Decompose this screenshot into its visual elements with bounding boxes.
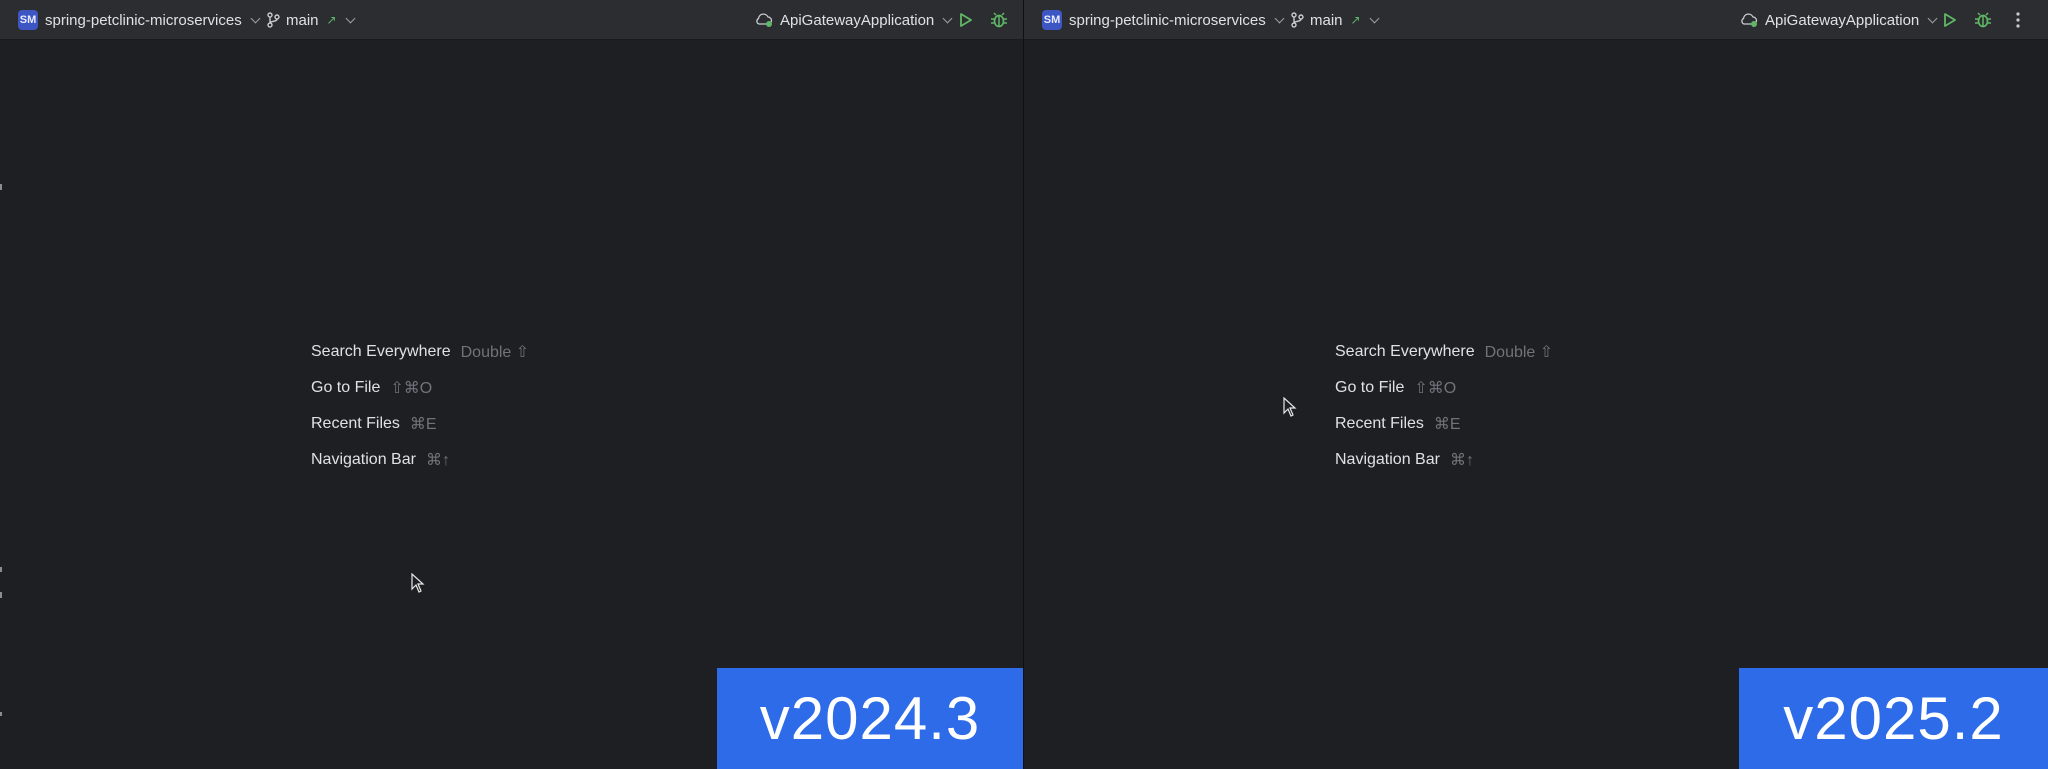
chevron-down-icon xyxy=(345,13,356,23)
hint-go-to-file[interactable]: Go to File ⇧⌘O xyxy=(311,370,529,406)
ide-pane-right: SM spring-petclinic-microservices main ↗ xyxy=(1024,0,2048,769)
branch-selector[interactable]: main ↗ xyxy=(266,0,356,40)
project-selector[interactable]: SM spring-petclinic-microservices xyxy=(1042,0,1285,40)
hint-shortcut: Double ⇧ xyxy=(1484,344,1554,361)
edge-glyph xyxy=(0,592,2,598)
ide-pane-left: SM spring-petclinic-microservices main ↗ xyxy=(0,0,1023,769)
hint-shortcut: Double ⇧ xyxy=(460,344,530,361)
project-badge: SM xyxy=(1042,10,1062,30)
empty-editor-hints: Search Everywhere Double ⇧ Go to File ⇧⌘… xyxy=(1335,334,1553,478)
bug-icon[interactable] xyxy=(989,10,1009,30)
mouse-cursor-icon xyxy=(411,573,425,593)
hint-recent-files[interactable]: Recent Files ⌘E xyxy=(311,406,529,442)
kebab-menu-icon[interactable] xyxy=(2008,10,2028,30)
cloud-run-config-icon xyxy=(1741,13,1758,27)
hint-label: Go to File xyxy=(1335,379,1405,396)
project-selector[interactable]: SM spring-petclinic-microservices xyxy=(18,0,261,40)
project-name: spring-petclinic-microservices xyxy=(1069,11,1266,29)
project-badge: SM xyxy=(18,10,38,30)
chevron-down-icon xyxy=(1274,13,1285,23)
branch-name: main xyxy=(286,11,319,29)
chevron-down-icon xyxy=(250,13,261,23)
hint-label: Navigation Bar xyxy=(311,451,416,468)
hint-navigation-bar[interactable]: Navigation Bar ⌘↑ xyxy=(1335,442,1553,478)
outgoing-arrow-icon: ↗ xyxy=(326,13,337,27)
chevron-down-icon xyxy=(1927,13,1938,23)
hint-search-everywhere[interactable]: Search Everywhere Double ⇧ xyxy=(1335,334,1553,370)
play-icon[interactable] xyxy=(955,10,975,30)
edge-glyph xyxy=(0,567,2,572)
chevron-down-icon xyxy=(1369,13,1380,23)
branch-selector[interactable]: main ↗ xyxy=(1290,0,1380,40)
git-branch-icon xyxy=(267,12,280,28)
hint-shortcut: ⌘↑ xyxy=(1449,452,1474,469)
hint-label: Search Everywhere xyxy=(311,343,451,360)
hint-shortcut: ⇧⌘O xyxy=(1414,380,1457,397)
run-config-name: ApiGatewayApplication xyxy=(1765,11,1920,29)
edge-glyph xyxy=(0,184,2,190)
title-bar: SM spring-petclinic-microservices main ↗ xyxy=(1024,0,2048,40)
hint-shortcut: ⌘E xyxy=(1433,416,1461,433)
hint-shortcut: ⌘↑ xyxy=(425,452,450,469)
run-config-name: ApiGatewayApplication xyxy=(780,11,935,29)
outgoing-arrow-icon: ↗ xyxy=(1350,13,1361,27)
edge-glyph xyxy=(0,712,2,716)
version-badge: v2024.3 xyxy=(717,668,1023,769)
comparison-screen: SM spring-petclinic-microservices main ↗ xyxy=(0,0,2048,769)
hint-go-to-file[interactable]: Go to File ⇧⌘O xyxy=(1335,370,1553,406)
git-branch-icon xyxy=(1291,12,1304,28)
mouse-cursor-icon xyxy=(1283,397,1297,417)
bug-icon[interactable] xyxy=(1973,10,1993,30)
hint-shortcut: ⌘E xyxy=(409,416,437,433)
play-icon[interactable] xyxy=(1939,10,1959,30)
hint-shortcut: ⇧⌘O xyxy=(390,380,433,397)
hint-search-everywhere[interactable]: Search Everywhere Double ⇧ xyxy=(311,334,529,370)
title-bar: SM spring-petclinic-microservices main ↗ xyxy=(0,0,1023,40)
project-name: spring-petclinic-microservices xyxy=(45,11,242,29)
hint-recent-files[interactable]: Recent Files ⌘E xyxy=(1335,406,1553,442)
version-badge: v2025.2 xyxy=(1739,668,2048,769)
branch-name: main xyxy=(1310,11,1343,29)
empty-editor-hints: Search Everywhere Double ⇧ Go to File ⇧⌘… xyxy=(311,334,529,478)
run-config-selector[interactable]: ApiGatewayApplication xyxy=(1739,0,1938,40)
cloud-run-config-icon xyxy=(756,13,773,27)
hint-label: Go to File xyxy=(311,379,381,396)
hint-label: Navigation Bar xyxy=(1335,451,1440,468)
chevron-down-icon xyxy=(942,13,953,23)
run-config-selector[interactable]: ApiGatewayApplication xyxy=(754,0,953,40)
hint-label: Recent Files xyxy=(1335,415,1424,432)
hint-label: Recent Files xyxy=(311,415,400,432)
hint-label: Search Everywhere xyxy=(1335,343,1475,360)
hint-navigation-bar[interactable]: Navigation Bar ⌘↑ xyxy=(311,442,529,478)
